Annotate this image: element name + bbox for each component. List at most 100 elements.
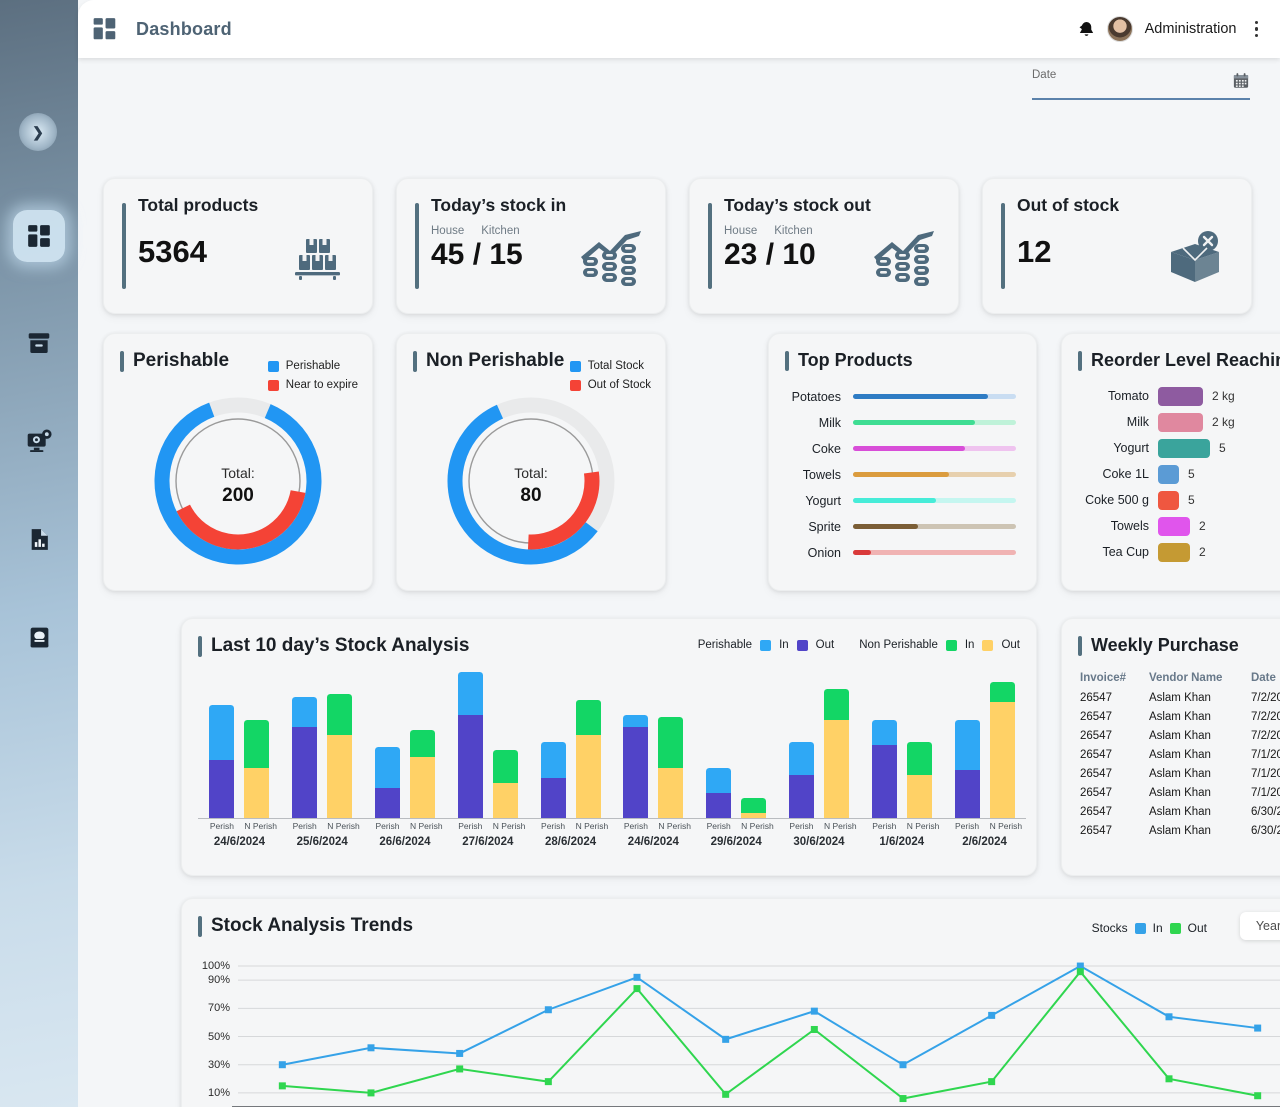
bar-segment-in <box>823 689 849 720</box>
bar-perishable[interactable] <box>209 704 235 818</box>
top-product-label: Sprite <box>808 519 841 534</box>
card-title-reorder: Reorder Level Reachings <box>1062 334 1280 371</box>
legend-swatch-perish-out <box>796 639 808 651</box>
card-perishable[interactable]: Perishable Perishable Near to expire Tot… <box>103 333 373 591</box>
trend-point[interactable] <box>722 1090 730 1098</box>
trend-point[interactable] <box>278 1061 286 1069</box>
bar-perishable[interactable] <box>954 719 980 818</box>
sidebar-item-management[interactable] <box>13 415 65 467</box>
kpi-card-total-products[interactable]: Total products 5364 <box>103 178 373 314</box>
bar-date-label: 28/6/2024 <box>545 836 597 848</box>
bar-perishable[interactable] <box>457 671 483 818</box>
reorder-label: Tomato <box>1108 389 1149 403</box>
bar-sublabel-group: Perish N Perish <box>943 821 1026 831</box>
sidebar-item-dashboard[interactable] <box>13 210 65 262</box>
bar-perishable[interactable] <box>623 714 649 818</box>
bar-date-label: 24/6/2024 <box>627 836 679 848</box>
kpi-card-out-of-stock[interactable]: Out of stock 12 <box>982 178 1252 314</box>
trend-point[interactable] <box>1165 1013 1173 1021</box>
trend-point[interactable] <box>456 1049 464 1057</box>
bar-perishable[interactable] <box>374 747 400 818</box>
bar-segment-in <box>871 719 897 745</box>
bar-date-group: 26/6/2024 <box>364 836 447 848</box>
bar-non-perishable[interactable] <box>823 689 849 818</box>
trend-point[interactable] <box>1076 968 1084 976</box>
table-row[interactable]: 26547 Aslam Khan 7/2/2024 <box>1080 689 1280 706</box>
kpi-card-stock-out[interactable]: Today’s stock out House Kitchen 23 / 10 <box>689 178 959 314</box>
bar-perishable[interactable] <box>788 742 814 818</box>
topbar-right: Administration <box>1077 16 1280 42</box>
date-filter[interactable]: Date <box>1032 69 1250 100</box>
trend-point[interactable] <box>988 1078 996 1086</box>
table-row[interactable]: 26547 Aslam Khan 6/30/2024 <box>1080 822 1280 839</box>
calendar-icon[interactable] <box>1232 72 1250 95</box>
bar-non-perishable[interactable] <box>327 694 353 818</box>
bar-non-perishable[interactable] <box>658 717 684 818</box>
table-row[interactable]: 26547 Aslam Khan 7/1/2024 <box>1080 746 1280 763</box>
sidebar-item-chef[interactable] <box>13 611 65 663</box>
bar-non-perishable[interactable] <box>244 719 270 818</box>
bar-perishable[interactable] <box>292 696 318 818</box>
table-row[interactable]: 26547 Aslam Khan 7/1/2024 <box>1080 784 1280 801</box>
kpi-card-stock-in[interactable]: Today’s stock in House Kitchen 45 / 15 <box>396 178 666 314</box>
y-axis-tick: 90% <box>207 974 230 987</box>
bar-perishable[interactable] <box>871 719 897 818</box>
bar-non-perishable[interactable] <box>492 749 518 818</box>
legend-group-perishable: Perishable <box>697 639 753 651</box>
bar-sublabel-group: Perish N Perish <box>860 821 943 831</box>
table-row[interactable]: 26547 Aslam Khan 7/2/2024 <box>1080 708 1280 725</box>
bar-non-perishable[interactable] <box>741 797 767 818</box>
trend-point[interactable] <box>1254 1092 1262 1100</box>
trend-point[interactable] <box>633 973 641 981</box>
trend-point[interactable] <box>1254 1024 1262 1032</box>
bar-non-perishable[interactable] <box>575 699 601 818</box>
bar-non-perishable[interactable] <box>989 681 1015 818</box>
table-row[interactable]: 26547 Aslam Khan 7/2/2024 <box>1080 727 1280 744</box>
trend-point[interactable] <box>278 1082 286 1090</box>
bar-non-perishable[interactable] <box>409 729 435 818</box>
bar-date-group: 24/6/2024 <box>612 836 695 848</box>
trend-point[interactable] <box>1165 1075 1173 1083</box>
grid-dashboard-icon <box>26 223 52 249</box>
table-cell: Aslam Khan <box>1148 710 1211 723</box>
trend-point[interactable] <box>899 1095 907 1103</box>
sidebar-item-inventory[interactable] <box>13 317 65 369</box>
trend-point[interactable] <box>722 1035 730 1043</box>
bar-date-label: 2/6/2024 <box>962 836 1007 848</box>
grid-logo-icon[interactable] <box>92 16 118 42</box>
more-vertical-icon[interactable] <box>1249 19 1265 40</box>
trend-point[interactable] <box>988 1011 996 1019</box>
trend-point[interactable] <box>367 1044 375 1052</box>
card-title-text: Top Products <box>798 350 913 370</box>
table-row[interactable]: 26547 Aslam Khan 7/1/2024 <box>1080 765 1280 782</box>
top-product-fill <box>853 498 937 503</box>
trend-point[interactable] <box>810 1007 818 1015</box>
table-cell: Aslam Khan <box>1148 748 1211 761</box>
bar-perishable[interactable] <box>706 767 732 818</box>
legend-swatch-out <box>1169 922 1181 934</box>
trend-point[interactable] <box>456 1065 464 1073</box>
bar-perishable[interactable] <box>540 742 566 818</box>
sidebar-expand-button[interactable]: ❯ <box>19 113 57 151</box>
card-non-perishable[interactable]: Non Perishable Total Stock Out of Stock … <box>396 333 666 591</box>
legend-label: Perishable <box>285 360 341 372</box>
bar-non-perishable[interactable] <box>906 742 932 818</box>
card-reorder-level[interactable]: Reorder Level Reachings Tomato 2 kg Milk 2 … <box>1061 333 1280 591</box>
trend-point[interactable] <box>367 1089 375 1097</box>
table-row[interactable]: 26547 Aslam Khan 6/30/2024 <box>1080 803 1280 820</box>
trend-point[interactable] <box>544 1078 552 1086</box>
period-select-year[interactable]: Year <box>1240 912 1280 940</box>
card-stock-analysis-trends[interactable]: Stock Analysis Trends Stocks In Out Year… <box>181 898 1280 1107</box>
trend-point[interactable] <box>899 1061 907 1069</box>
avatar[interactable] <box>1106 16 1133 42</box>
card-weekly-purchase[interactable]: Weekly Purchase Invoice# Vendor Name Date … <box>1061 618 1280 876</box>
top-product-fill <box>853 472 950 477</box>
card-stock-analysis[interactable]: Last 10 day’s Stock Analysis Perishable … <box>181 618 1037 876</box>
bell-icon[interactable] <box>1077 20 1095 38</box>
trend-point[interactable] <box>633 985 641 993</box>
trend-point[interactable] <box>544 1006 552 1014</box>
card-top-products[interactable]: Top Products Potatoes Milk Coke Towels Yogur… <box>768 333 1037 591</box>
bar-group <box>695 673 778 818</box>
trend-point[interactable] <box>810 1025 818 1033</box>
sidebar-item-reports[interactable] <box>13 513 65 565</box>
